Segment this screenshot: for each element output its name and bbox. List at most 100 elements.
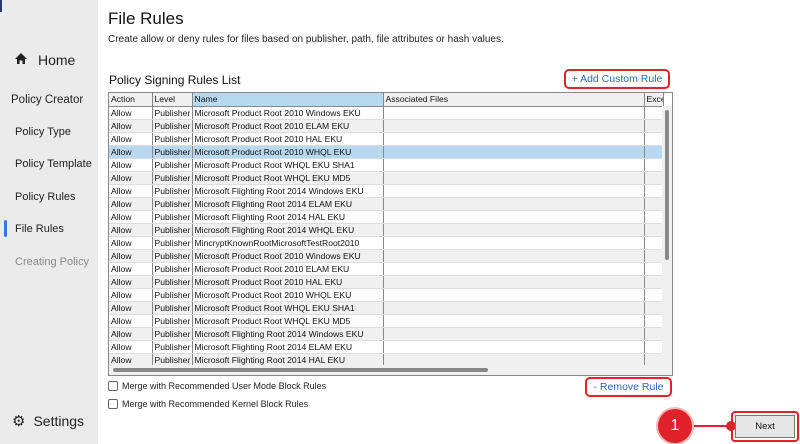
cell-level: Publisher <box>152 340 193 354</box>
cell-exceptions <box>644 314 664 328</box>
rules-table[interactable]: Action Level Name Associated Files Exce … <box>108 92 673 376</box>
table-row[interactable]: Allow Publisher Microsoft Product Root 201… <box>109 106 664 120</box>
table-row[interactable]: Allow Publisher Microsoft Flighting Root 2… <box>109 223 664 237</box>
cell-exceptions <box>644 210 664 224</box>
cell-name: Microsoft Flighting Root 2014 WHQL EKU <box>192 223 384 237</box>
cell-associated-files <box>383 262 645 276</box>
cell-action: Allow <box>109 249 153 263</box>
table-row[interactable]: Allow Publisher Microsoft Product Root 201… <box>109 145 664 159</box>
table-row[interactable]: Allow Publisher Microsoft Product Root WHQ… <box>109 314 664 328</box>
sidebar: Home Policy Creator Policy Type Policy T… <box>0 0 98 444</box>
cell-exceptions <box>644 327 664 341</box>
cell-associated-files <box>383 197 645 211</box>
table-row[interactable]: Allow Publisher Microsoft Product Root WHQ… <box>109 301 664 315</box>
merge-user-mode-checkbox[interactable]: Merge with Recommended User Mode Block R… <box>108 381 326 391</box>
home-label: Home <box>38 52 76 68</box>
cell-exceptions <box>644 301 664 315</box>
cell-exceptions <box>644 236 664 250</box>
table-row[interactable]: Allow Publisher Microsoft Flighting Root 2… <box>109 327 664 341</box>
cell-name: Microsoft Product Root WHQL EKU SHA1 <box>192 301 384 315</box>
cell-exceptions <box>644 249 664 263</box>
table-row[interactable]: Allow Publisher Microsoft Flighting Root 2… <box>109 184 664 198</box>
cell-exceptions <box>644 197 664 211</box>
cell-action: Allow <box>109 327 153 341</box>
nav-creating-policy: Creating Policy <box>15 256 89 268</box>
add-custom-rule-button[interactable]: + Add Custom Rule <box>564 69 670 89</box>
column-header-exceptions[interactable]: Exce <box>644 93 664 107</box>
cell-level: Publisher <box>152 262 193 276</box>
cell-name: Microsoft Product Root 2010 HAL EKU <box>192 132 384 146</box>
cell-associated-files <box>383 236 645 250</box>
cell-level: Publisher <box>152 327 193 341</box>
table-header: Action Level Name Associated Files Exce <box>109 93 664 107</box>
cell-associated-files <box>383 158 645 172</box>
gear-icon: ⚙ <box>12 413 26 430</box>
column-header-action[interactable]: Action <box>109 93 153 107</box>
table-row[interactable]: Allow Publisher Microsoft Product Root WHQ… <box>109 171 664 185</box>
table-row[interactable]: Allow Publisher Microsoft Product Root WHQ… <box>109 158 664 172</box>
horizontal-scroll-thumb[interactable] <box>113 368 488 372</box>
nav-home[interactable]: Home <box>14 52 75 68</box>
cell-level: Publisher <box>152 288 193 302</box>
remove-rule-button[interactable]: - Remove Rule <box>585 377 672 397</box>
cell-associated-files <box>383 132 645 146</box>
cell-action: Allow <box>109 288 153 302</box>
checkbox-label: Merge with Recommended User Mode Block R… <box>122 381 327 391</box>
column-header-name[interactable]: Name <box>192 93 384 107</box>
cell-name: Microsoft Product Root 2010 WHQL EKU <box>192 145 384 159</box>
table-row[interactable]: Allow Publisher Microsoft Flighting Root 2… <box>109 210 664 224</box>
cell-level: Publisher <box>152 301 193 315</box>
cell-exceptions <box>644 288 664 302</box>
nav-policy-rules[interactable]: Policy Rules <box>15 191 76 203</box>
checkbox-box[interactable] <box>108 399 118 409</box>
cell-level: Publisher <box>152 106 193 120</box>
table-row[interactable]: Allow Publisher Microsoft Product Root 201… <box>109 275 664 289</box>
cell-associated-files <box>383 184 645 198</box>
cell-level: Publisher <box>152 249 193 263</box>
cell-exceptions <box>644 119 664 133</box>
nav-policy-template[interactable]: Policy Template <box>15 158 92 170</box>
cell-level: Publisher <box>152 236 193 250</box>
cell-name: Microsoft Flighting Root 2014 HAL EKU <box>192 210 384 224</box>
cell-level: Publisher <box>152 223 193 237</box>
cell-name: MincryptKnownRootMicrosoftTestRoot2010 <box>192 236 384 250</box>
nav-policy-creator[interactable]: Policy Creator <box>11 94 83 106</box>
cell-exceptions <box>644 275 664 289</box>
table-row[interactable]: Allow Publisher Microsoft Product Root 201… <box>109 288 664 302</box>
cell-level: Publisher <box>152 197 193 211</box>
checkbox-box[interactable] <box>108 381 118 391</box>
cell-associated-files <box>383 223 645 237</box>
table-row[interactable]: Allow Publisher Microsoft Product Root 201… <box>109 119 664 133</box>
cell-exceptions <box>644 158 664 172</box>
vertical-scroll-thumb[interactable] <box>665 110 669 260</box>
table-row[interactable]: Allow Publisher Microsoft Product Root 201… <box>109 262 664 276</box>
cell-action: Allow <box>109 262 153 276</box>
cell-action: Allow <box>109 184 153 198</box>
column-header-associated-files[interactable]: Associated Files <box>383 93 645 107</box>
nav-policy-type[interactable]: Policy Type <box>15 126 71 138</box>
cell-level: Publisher <box>152 275 193 289</box>
cell-associated-files <box>383 340 645 354</box>
next-button[interactable]: Next <box>735 415 795 438</box>
nav-settings[interactable]: ⚙ Settings <box>12 412 84 430</box>
table-row[interactable]: Allow Publisher Microsoft Product Root 201… <box>109 132 664 146</box>
table-row[interactable]: Allow Publisher Microsoft Flighting Root 2… <box>109 340 664 354</box>
nav-file-rules[interactable]: File Rules <box>4 220 64 237</box>
settings-label: Settings <box>33 413 85 429</box>
merge-kernel-checkbox[interactable]: Merge with Recommended Kernel Block Rule… <box>108 399 308 409</box>
page-title: File Rules <box>108 9 184 28</box>
cell-action: Allow <box>109 314 153 328</box>
table-row[interactable]: Allow Publisher Microsoft Product Root 201… <box>109 249 664 263</box>
cell-associated-files <box>383 106 645 120</box>
cell-exceptions <box>644 340 664 354</box>
table-row[interactable]: Allow Publisher Microsoft Flighting Root 2… <box>109 197 664 211</box>
column-header-level[interactable]: Level <box>152 93 193 107</box>
next-highlight: Next <box>731 411 799 442</box>
cell-associated-files <box>383 145 645 159</box>
cell-associated-files <box>383 210 645 224</box>
cell-exceptions <box>644 145 664 159</box>
cell-exceptions <box>644 223 664 237</box>
table-row[interactable]: Allow Publisher MincryptKnownRootMicrosoft… <box>109 236 664 250</box>
vertical-scrollbar[interactable] <box>662 106 672 365</box>
horizontal-scrollbar[interactable] <box>109 365 672 375</box>
